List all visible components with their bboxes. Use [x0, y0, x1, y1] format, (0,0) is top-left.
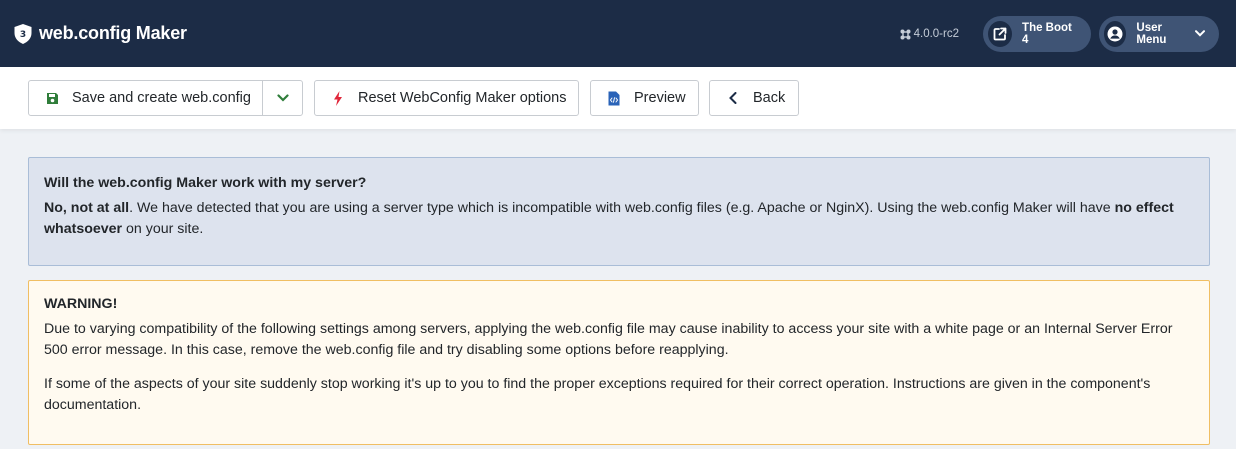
back-button-label: Back [753, 90, 786, 106]
preview-button[interactable]: Preview [590, 80, 699, 116]
back-button[interactable]: Back [709, 80, 799, 116]
warning-alert: WARNING! Due to varying compatibility of… [28, 280, 1210, 445]
bolt-icon [330, 90, 346, 106]
top-navbar: 3 web.config Maker 4.0.0-rc2 The Boot 4 … [0, 0, 1236, 67]
svg-text:3: 3 [20, 30, 26, 40]
warning-title: WARNING! [44, 296, 118, 312]
user-menu-label: User Menu [1136, 22, 1167, 46]
warning-paragraph: If some of the aspects of your site sudd… [44, 376, 1151, 413]
version-label: 4.0.0-rc2 [900, 28, 959, 40]
site-link-label: The Boot 4 [1022, 22, 1072, 46]
external-link-icon [988, 21, 1013, 47]
alert-title: Will the web.config Maker work with my s… [44, 175, 367, 191]
reset-options-button[interactable]: Reset WebConfig Maker options [314, 80, 579, 116]
toolbar: Save and create web.config Reset WebConf… [0, 67, 1236, 129]
alert-lead: No, not at all [44, 200, 130, 216]
site-link-button[interactable]: The Boot 4 [983, 16, 1091, 52]
shield-icon: 3 [14, 23, 32, 44]
user-menu-button[interactable]: User Menu [1099, 16, 1219, 52]
version-text: 4.0.0-rc2 [913, 28, 959, 40]
joomla-icon [900, 29, 911, 40]
save-dropdown-toggle[interactable] [263, 81, 303, 115]
chevron-left-icon [725, 92, 741, 104]
user-icon [1104, 21, 1127, 47]
save-button-label: Save and create web.config [72, 90, 251, 106]
server-compatibility-alert: Will the web.config Maker work with my s… [28, 157, 1210, 266]
floppy-disk-icon [44, 92, 60, 105]
save-button[interactable]: Save and create web.config [28, 80, 303, 116]
alert-text: . We have detected that you are using a … [129, 200, 1115, 216]
chevron-down-icon [1195, 28, 1205, 40]
app-title: web.config Maker [39, 23, 187, 43]
chevron-down-icon [277, 94, 289, 102]
brand[interactable]: 3 web.config Maker [14, 23, 187, 44]
preview-button-label: Preview [634, 90, 686, 106]
reset-button-label: Reset WebConfig Maker options [358, 90, 567, 106]
warning-paragraph: Due to varying compatibility of the foll… [44, 321, 1173, 358]
code-file-icon [606, 91, 622, 106]
alert-body: No, not at all. We have detected that yo… [44, 198, 1194, 240]
alert-text-end: on your site. [122, 221, 204, 237]
